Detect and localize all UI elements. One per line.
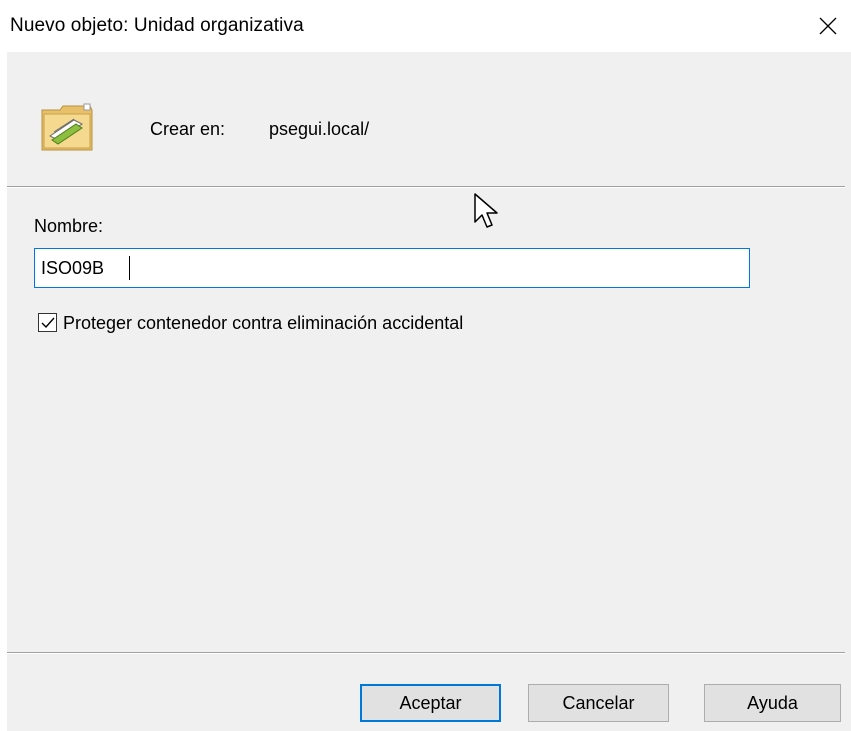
window-title: Nuevo objeto: Unidad organizativa [10, 15, 304, 36]
name-label: Nombre: [34, 216, 104, 236]
protect-checkbox-label[interactable]: Proteger contenedor contra eliminación a… [63, 313, 463, 334]
header-separator [7, 186, 845, 188]
create-in-path: psegui.local/ [269, 119, 370, 139]
protect-checkbox[interactable] [38, 313, 57, 332]
dialog-body: Crear en: psegui.local/ Nombre: Proteger… [7, 52, 851, 731]
cancel-button[interactable]: Cancelar [528, 684, 669, 722]
help-button[interactable]: Ayuda [704, 684, 841, 722]
close-icon [819, 17, 837, 35]
title-bar: Nuevo objeto: Unidad organizativa [0, 0, 851, 52]
create-in-label: Crear en: [150, 119, 226, 139]
text-caret [129, 256, 130, 280]
ok-button[interactable]: Aceptar [360, 684, 501, 722]
close-button[interactable] [805, 0, 851, 52]
organizational-unit-folder-icon [41, 103, 93, 151]
checkmark-icon [41, 317, 55, 329]
footer-separator [7, 652, 845, 654]
name-input[interactable] [34, 248, 750, 288]
dialog-window: Nuevo objeto: Unidad organizativa Crear … [0, 0, 851, 731]
